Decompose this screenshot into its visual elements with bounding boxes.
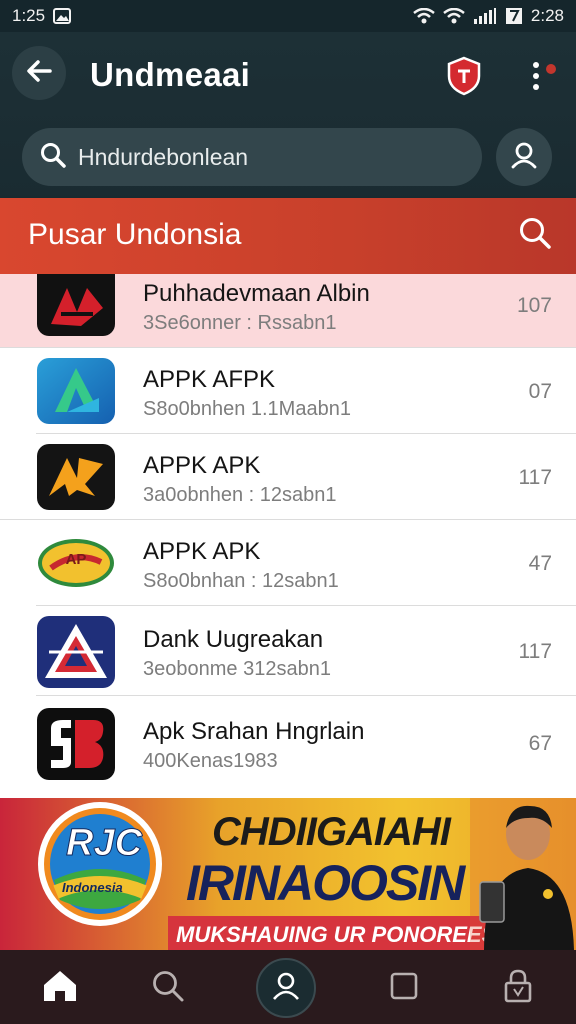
svg-text:AP: AP (66, 551, 87, 568)
square-icon (389, 971, 419, 1006)
ab-logo-icon (37, 274, 115, 336)
app-title-text: APPK APK (143, 452, 261, 479)
app-list: Puhhadevmaan Albin 3Se6onner : Rssabn1 1… (0, 274, 576, 794)
search-input[interactable] (78, 143, 448, 171)
section-search-button[interactable] (518, 216, 558, 256)
promo-banner[interactable]: RJC Indonesia CHDIIGAIAHI IRINAOOSIN MUK… (0, 798, 576, 950)
image-notification-icon (53, 8, 72, 24)
list-item[interactable]: APPK APK 3a0obnhen : 12sabn1 117 (0, 434, 576, 520)
status-right-text: 2:28 (530, 6, 564, 25)
home-icon (42, 969, 78, 1008)
app-title-text: APPK APK (143, 538, 261, 565)
app-title-text: Dank Uugreakan (143, 626, 324, 653)
arrow-left-icon (25, 57, 53, 90)
app-count-text: 67 (528, 732, 552, 755)
user-icon (510, 141, 538, 174)
battery-icon (505, 7, 523, 25)
app-subtitle-text: 3Se6onner : Rssabn1 (143, 312, 337, 334)
app-subtitle-text: 3a0obnhen : 12sabn1 (143, 484, 337, 506)
a-star-logo-icon (37, 616, 115, 688)
app-title-text: APPK AFPK (143, 366, 276, 393)
nav-home[interactable] (30, 958, 90, 1018)
ap-badge-logo-icon: AP (37, 530, 115, 596)
a-triangle-logo-icon (37, 358, 115, 424)
app-subtitle-text: 3eobonme 312sabn1 (143, 658, 331, 680)
more-vertical-icon (533, 62, 539, 68)
app-count-text: 117 (518, 640, 552, 663)
app-subtitle-text: S8o0bnhan : 12sabn1 (143, 570, 339, 592)
bottom-navigation (0, 950, 576, 1024)
app-title: Undmeaai (90, 56, 251, 93)
shield-button[interactable] (446, 56, 482, 96)
notification-badge (546, 64, 556, 74)
list-item[interactable]: AP APPK APK S8o0bnhan : 12sabn1 47 (0, 520, 576, 606)
status-bar: 1:25 2:28 (0, 0, 576, 32)
nav-square[interactable] (374, 958, 434, 1018)
status-time: 1:25 (12, 6, 46, 25)
app-subtitle-text: 400Kenas1983 (143, 750, 278, 772)
banner-logo: RJC Indonesia (36, 800, 164, 928)
search-bar[interactable] (22, 128, 482, 186)
app-bar: Undmeaai (0, 32, 576, 198)
ap-logo-icon (37, 444, 115, 510)
list-item[interactable]: Apk Srahan Hngrlain 400Kenas1983 67 (0, 696, 576, 792)
nav-profile[interactable] (256, 958, 316, 1018)
search-icon (518, 218, 552, 254)
signal-icon (473, 8, 497, 24)
section-title: Pusar Undonsia (28, 218, 242, 251)
nav-search[interactable] (138, 958, 198, 1018)
banner-subline: MUKSHAUING UR PONOREES! (176, 922, 504, 947)
account-button[interactable] (496, 128, 552, 186)
app-count-text: 107 (516, 294, 552, 317)
wifi-icon (413, 8, 435, 24)
search-icon (40, 142, 66, 173)
back-button[interactable] (12, 46, 66, 100)
nav-lock[interactable] (488, 958, 548, 1018)
list-item[interactable]: Puhhadevmaan Albin 3Se6onner : Rssabn1 1… (0, 274, 576, 348)
app-title-text: Puhhadevmaan Albin (143, 280, 370, 307)
app-subtitle-text: S8o0bnhen 1.1Maabn1 (143, 398, 351, 420)
app-count-text: 47 (528, 552, 552, 575)
banner-person-image (470, 798, 576, 950)
section-header: Pusar Undonsia (0, 198, 576, 274)
app-title-text: Apk Srahan Hngrlain (143, 718, 365, 745)
banner-logo-subtext: Indonesia (62, 880, 123, 895)
list-item[interactable]: Dank Uugreakan 3eobonme 312sabn1 117 (0, 606, 576, 696)
app-count-text: 117 (518, 466, 552, 489)
lock-icon (503, 969, 533, 1008)
banner-headline-secondary: IRINAOOSIN (186, 855, 465, 911)
more-options-button[interactable] (516, 54, 556, 98)
search-icon (151, 969, 185, 1008)
banner-logo-text: RJC (65, 822, 143, 865)
shield-icon (446, 56, 482, 100)
profile-icon (271, 971, 301, 1006)
banner-headline: CHDIIGAIAHI (212, 810, 451, 854)
sb-logo-icon (37, 708, 115, 780)
list-item[interactable]: APPK AFPK S8o0bnhen 1.1Maabn1 07 (0, 348, 576, 434)
wifi-icon-secondary (443, 8, 465, 24)
app-count-text: 07 (528, 380, 552, 403)
